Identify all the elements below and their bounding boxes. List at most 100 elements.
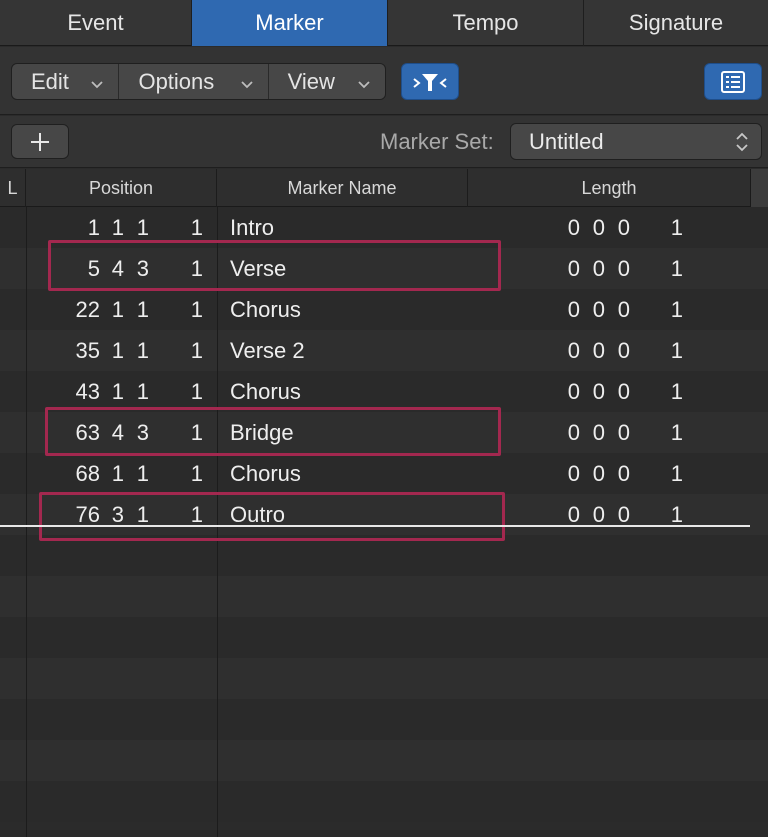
edit-menu-button[interactable]: Edit: [12, 64, 120, 99]
position-value[interactable]: 76: [76, 494, 100, 535]
length-value[interactable]: 1: [671, 453, 683, 494]
marker-name[interactable]: Verse: [230, 248, 286, 289]
length-value[interactable]: 0: [618, 371, 630, 412]
position-value[interactable]: 1: [88, 207, 100, 248]
position-value[interactable]: 35: [76, 330, 100, 371]
toolbar: Edit Options View: [0, 47, 768, 115]
length-value[interactable]: 0: [618, 207, 630, 248]
length-value[interactable]: 0: [618, 330, 630, 371]
options-menu-button[interactable]: Options: [119, 64, 269, 99]
length-value[interactable]: 0: [618, 494, 630, 535]
length-value[interactable]: 1: [671, 330, 683, 371]
length-value[interactable]: 0: [593, 248, 605, 289]
length-value[interactable]: 0: [568, 453, 580, 494]
length-value[interactable]: 1: [671, 371, 683, 412]
position-value[interactable]: 4: [112, 412, 124, 453]
length-value[interactable]: 0: [593, 494, 605, 535]
length-value[interactable]: 0: [593, 207, 605, 248]
table-row[interactable]: 43 1 1 1 0 0 0 1 Chorus: [0, 371, 768, 412]
length-value[interactable]: 0: [618, 248, 630, 289]
length-value[interactable]: 0: [568, 248, 580, 289]
marker-name[interactable]: Verse 2: [230, 330, 305, 371]
tab-signature[interactable]: Signature: [584, 0, 768, 46]
length-value[interactable]: 1: [671, 289, 683, 330]
view-menu-label: View: [287, 68, 335, 94]
table-row[interactable]: 22 1 1 1 0 0 0 1 Chorus: [0, 289, 768, 330]
length-value[interactable]: 1: [671, 207, 683, 248]
table-row[interactable]: 68 1 1 1 0 0 0 1 Chorus: [0, 453, 768, 494]
length-value[interactable]: 0: [593, 412, 605, 453]
position-value[interactable]: 1: [191, 289, 203, 330]
plus-icon: [31, 132, 49, 151]
position-value[interactable]: 1: [191, 330, 203, 371]
length-value[interactable]: 0: [593, 371, 605, 412]
position-value[interactable]: 1: [137, 207, 149, 248]
list-view-button[interactable]: [704, 63, 762, 100]
marker-name[interactable]: Chorus: [230, 453, 301, 494]
length-value[interactable]: 0: [618, 412, 630, 453]
marker-set-select[interactable]: Untitled: [510, 123, 762, 160]
table-row[interactable]: 63 4 3 1 0 0 0 1 Bridge: [0, 412, 768, 453]
position-value[interactable]: 1: [191, 453, 203, 494]
position-value[interactable]: 43: [76, 371, 100, 412]
table-row[interactable]: 76 3 1 1 0 0 0 1 Outro: [0, 494, 768, 535]
marker-name[interactable]: Outro: [230, 494, 285, 535]
marker-name[interactable]: Chorus: [230, 371, 301, 412]
table-row[interactable]: 1 1 1 1 0 0 0 1 Intro: [0, 207, 768, 248]
position-value[interactable]: 1: [137, 494, 149, 535]
position-value[interactable]: 1: [191, 207, 203, 248]
marker-name[interactable]: Bridge: [230, 412, 294, 453]
position-value[interactable]: 3: [137, 412, 149, 453]
position-value[interactable]: 1: [191, 412, 203, 453]
column-header-position[interactable]: Position: [26, 169, 217, 207]
position-value[interactable]: 22: [76, 289, 100, 330]
marker-name[interactable]: Chorus: [230, 289, 301, 330]
column-header-length[interactable]: Length: [468, 169, 750, 207]
table-row[interactable]: 35 1 1 1 0 0 0 1 Verse 2: [0, 330, 768, 371]
add-marker-button[interactable]: [11, 124, 69, 159]
length-value[interactable]: 0: [568, 207, 580, 248]
tab-tempo[interactable]: Tempo: [388, 0, 584, 46]
length-value[interactable]: 0: [618, 453, 630, 494]
length-value[interactable]: 1: [671, 412, 683, 453]
catch-filter-button[interactable]: [401, 63, 459, 100]
column-header-lock[interactable]: L: [0, 169, 26, 207]
position-value[interactable]: 1: [112, 207, 124, 248]
length-value[interactable]: 1: [671, 494, 683, 535]
tab-marker[interactable]: Marker: [192, 0, 388, 46]
position-value[interactable]: 1: [137, 330, 149, 371]
length-value[interactable]: 1: [671, 248, 683, 289]
position-value[interactable]: 5: [88, 248, 100, 289]
position-value[interactable]: 1: [191, 494, 203, 535]
position-value[interactable]: 1: [112, 289, 124, 330]
tab-event[interactable]: Event: [0, 0, 192, 46]
length-value[interactable]: 0: [568, 412, 580, 453]
column-header-marker-name[interactable]: Marker Name: [217, 169, 468, 207]
position-value[interactable]: 3: [137, 248, 149, 289]
view-menu-button[interactable]: View: [269, 64, 385, 99]
length-value[interactable]: 0: [568, 330, 580, 371]
marker-name[interactable]: Intro: [230, 207, 274, 248]
marker-set-label: Marker Set:: [380, 129, 494, 154]
position-value[interactable]: 1: [191, 371, 203, 412]
position-value[interactable]: 1: [137, 453, 149, 494]
length-value[interactable]: 0: [568, 494, 580, 535]
length-value[interactable]: 0: [593, 453, 605, 494]
scrollbar[interactable]: [750, 169, 768, 207]
position-value[interactable]: 1: [112, 453, 124, 494]
length-value[interactable]: 0: [568, 289, 580, 330]
position-value[interactable]: 1: [112, 330, 124, 371]
position-value[interactable]: 1: [137, 371, 149, 412]
position-value[interactable]: 4: [112, 248, 124, 289]
position-value[interactable]: 68: [76, 453, 100, 494]
length-value[interactable]: 0: [593, 330, 605, 371]
position-value[interactable]: 1: [112, 371, 124, 412]
length-value[interactable]: 0: [568, 371, 580, 412]
length-value[interactable]: 0: [593, 289, 605, 330]
position-value[interactable]: 1: [191, 248, 203, 289]
table-row[interactable]: 5 4 3 1 0 0 0 1 Verse: [0, 248, 768, 289]
position-value[interactable]: 1: [137, 289, 149, 330]
position-value[interactable]: 63: [76, 412, 100, 453]
length-value[interactable]: 0: [618, 289, 630, 330]
position-value[interactable]: 3: [112, 494, 124, 535]
